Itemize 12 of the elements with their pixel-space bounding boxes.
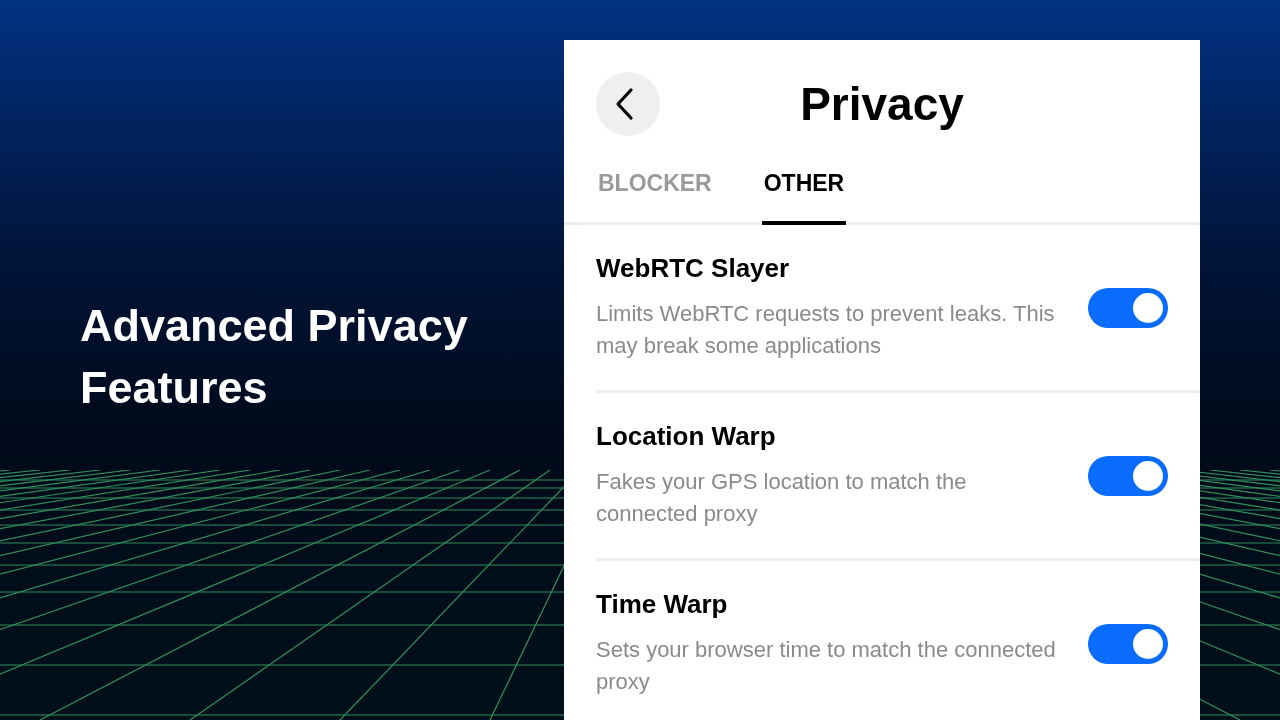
setting-description: Limits WebRTC requests to prevent leaks. This may break some applications	[596, 300, 1056, 360]
setting-description: Sets your browser time to match the connected proxy	[596, 636, 1056, 696]
headline: Advanced Privacy Features	[80, 299, 469, 415]
setting-title: WebRTC Slayer	[596, 253, 791, 284]
page-title: Privacy	[799, 77, 965, 131]
tab[interactable]: OTHER	[761, 160, 847, 225]
setting-title: Time Warp	[596, 589, 729, 620]
setting-description: Fakes your GPS location to match the connected proxy	[596, 468, 968, 528]
setting-title: Location Warp	[596, 421, 777, 452]
toggle-switch[interactable]	[1088, 287, 1168, 328]
toggle-switch[interactable]	[1088, 623, 1168, 664]
toggle-switch[interactable]	[1088, 455, 1168, 496]
